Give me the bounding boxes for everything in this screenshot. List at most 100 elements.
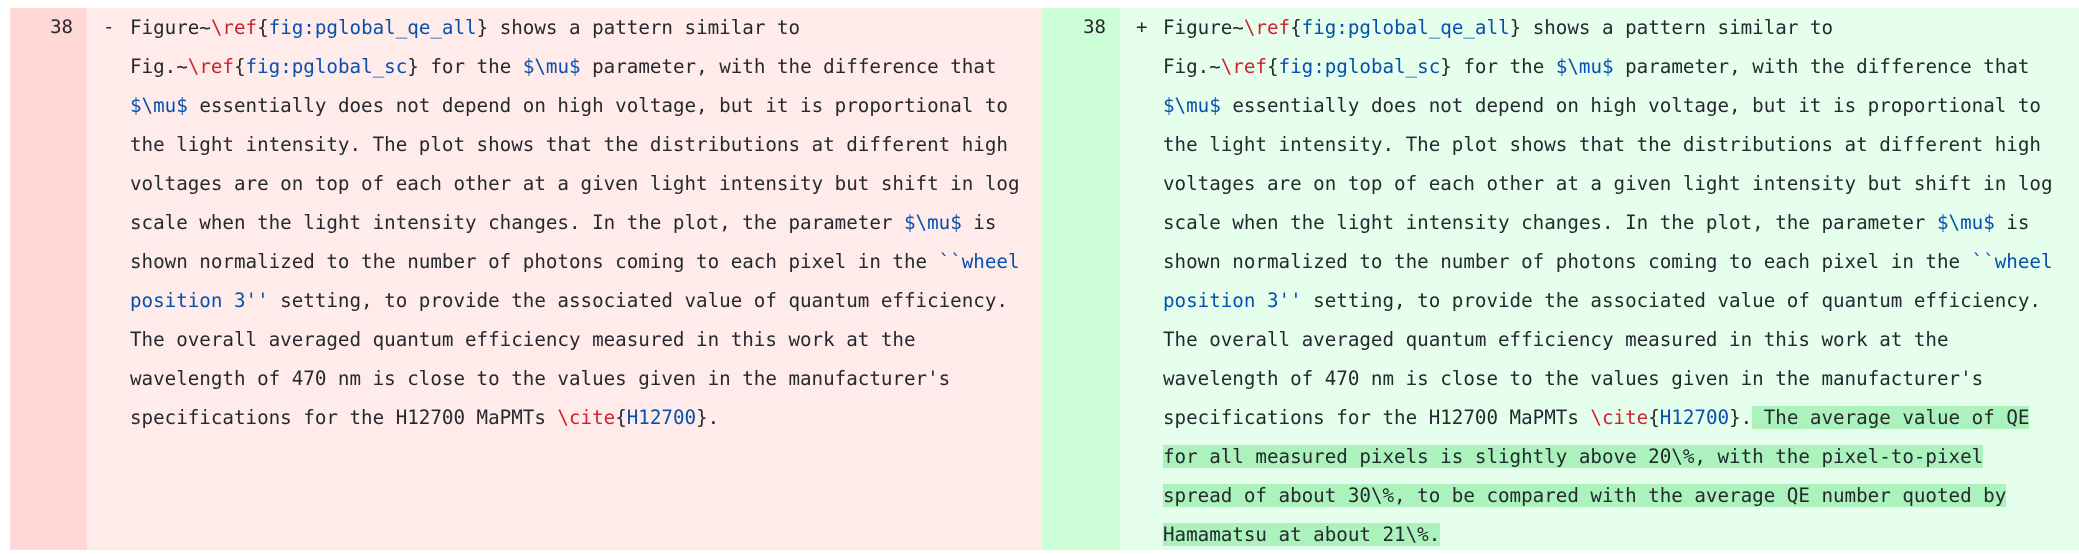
added-text-highlight: The average value of QE [1752, 406, 2030, 429]
deletion-marker: - [103, 16, 115, 38]
code-line: $\mu$ essentially does not depend on hig… [130, 86, 1090, 125]
code-line: voltages are on top of each other at a g… [1163, 164, 2079, 203]
deleted-line: - Figure~\ref{fig:pglobal_qe_all} shows … [87, 8, 1042, 550]
code-text: wavelength of 470 nm is close to the val… [1163, 367, 1984, 390]
code-line: the light intensity. The plot shows that… [1163, 125, 2079, 164]
code-text: Figure~ [130, 16, 211, 39]
code-text: parameter, with the difference that [580, 55, 997, 78]
latex-command: \cite [1590, 406, 1649, 429]
code-text: { [1648, 406, 1660, 429]
code-text: the light intensity. The plot shows that… [130, 133, 1008, 156]
latex-argument: $\mu$ [1936, 211, 1995, 234]
latex-argument: $\mu$ [1163, 94, 1221, 117]
latex-argument: H12700 [626, 406, 697, 429]
latex-argument: H12700 [1659, 406, 1730, 429]
code-text: { [257, 16, 269, 39]
added-text-highlight: Hamamatsu at about 21\%. [1163, 523, 1441, 546]
code-line: Figure~\ref{fig:pglobal_qe_all} shows a … [130, 8, 1090, 47]
code-text: } for the [407, 55, 523, 78]
code-line: spread of about 30\%, to be compared wit… [1163, 476, 2079, 515]
code-text: Fig.~ [130, 55, 188, 78]
code-line: for all measured pixels is slightly abov… [1163, 437, 2079, 476]
diff-pane-deleted: 38 - Figure~\ref{fig:pglobal_qe_all} sho… [0, 8, 1042, 550]
latex-command: \ref [1220, 55, 1267, 78]
code-text: setting, to provide the associated value… [268, 289, 1008, 312]
code-line: specifications for the H12700 MaPMTs \ci… [130, 398, 1090, 437]
code-text: The overall averaged quantum efficiency … [1163, 328, 1949, 351]
code-text: voltages are on top of each other at a g… [1163, 172, 2053, 195]
latex-argument: $\mu$ [522, 55, 581, 78]
code-text: parameter, with the difference that [1613, 55, 2030, 78]
latex-argument: $\mu$ [903, 211, 962, 234]
latex-command: \ref [1243, 16, 1291, 39]
code-line: scale when the light intensity changes. … [1163, 203, 2079, 242]
code-text: is [1994, 211, 2030, 234]
code-line: Fig.~\ref{fig:pglobal_sc} for the $\mu$ … [130, 47, 1090, 86]
addition-marker: + [1136, 16, 1148, 38]
code-text: scale when the light intensity changes. … [130, 211, 904, 234]
code-line: wavelength of 470 nm is close to the val… [1163, 359, 2079, 398]
code-line: scale when the light intensity changes. … [130, 203, 1090, 242]
code-text: essentially does not depend on high volt… [1220, 94, 2041, 117]
code-line: wavelength of 470 nm is close to the val… [130, 359, 1090, 398]
diff-pane-added: 38 + Figure~\ref{fig:pglobal_qe_all} sho… [1042, 8, 2079, 550]
added-text-highlight: for all measured pixels is slightly abov… [1163, 445, 1984, 468]
code-text: } shows a pattern similar to [476, 16, 801, 39]
code-line: Figure~\ref{fig:pglobal_qe_all} shows a … [1163, 8, 2079, 47]
code-text: Fig.~ [1163, 55, 1221, 78]
added-text-highlight: spread of about 30\%, to be compared wit… [1163, 484, 2007, 507]
code-text: specifications for the H12700 MaPMTs [130, 406, 558, 429]
code-text: } shows a pattern similar to [1509, 16, 1834, 39]
code-text: { [615, 406, 627, 429]
latex-argument: fig:pglobal_sc [1278, 55, 1441, 78]
latex-argument: fig:pglobal_qe_all [1301, 16, 1510, 39]
code-text: is [961, 211, 997, 234]
code-text: scale when the light intensity changes. … [1163, 211, 1937, 234]
latex-argument: fig:pglobal_qe_all [268, 16, 477, 39]
code-line: $\mu$ essentially does not depend on hig… [1163, 86, 2079, 125]
line-number-deleted[interactable]: 38 [10, 8, 87, 550]
code-line: voltages are on top of each other at a g… [130, 164, 1090, 203]
code-text: the light intensity. The plot shows that… [1163, 133, 2041, 156]
code-text: }. [696, 406, 720, 429]
code-text: shown normalized to the number of photon… [130, 250, 939, 273]
code-text: voltages are on top of each other at a g… [130, 172, 1020, 195]
code-text: setting, to provide the associated value… [1301, 289, 2041, 312]
code-line: position 3'' setting, to provide the ass… [1163, 281, 2079, 320]
split-diff-view: 38 - Figure~\ref{fig:pglobal_qe_all} sho… [0, 0, 2079, 550]
code-text: { [233, 55, 246, 78]
code-line: specifications for the H12700 MaPMTs \ci… [1163, 398, 2079, 437]
code-text: } for the [1440, 55, 1556, 78]
code-line: Fig.~\ref{fig:pglobal_sc} for the $\mu$ … [1163, 47, 2079, 86]
code-line: The overall averaged quantum efficiency … [1163, 320, 2079, 359]
latex-argument: fig:pglobal_sc [245, 55, 408, 78]
code-text: { [1290, 16, 1302, 39]
latex-argument: $\mu$ [130, 94, 188, 117]
latex-argument: ``wheel [1971, 250, 2053, 273]
code-line: Hamamatsu at about 21\%. [1163, 515, 2079, 554]
latex-command: \ref [210, 16, 258, 39]
code-line: shown normalized to the number of photon… [1163, 242, 2079, 281]
line-number-added[interactable]: 38 [1042, 8, 1120, 550]
code-line: The overall averaged quantum efficiency … [130, 320, 1090, 359]
latex-argument: $\mu$ [1555, 55, 1614, 78]
added-line: + Figure~\ref{fig:pglobal_qe_all} shows … [1120, 8, 2079, 550]
code-text: }. [1729, 406, 1753, 429]
code-text: shown normalized to the number of photon… [1163, 250, 1972, 273]
latex-argument: position 3'' [130, 289, 269, 312]
code-text: essentially does not depend on high volt… [187, 94, 1008, 117]
code-text: The overall averaged quantum efficiency … [130, 328, 916, 351]
latex-argument: ``wheel [938, 250, 1020, 273]
latex-command: \ref [187, 55, 234, 78]
latex-command: \cite [557, 406, 616, 429]
code-text: { [1266, 55, 1279, 78]
code-text: specifications for the H12700 MaPMTs [1163, 406, 1591, 429]
latex-argument: position 3'' [1163, 289, 1302, 312]
code-line: position 3'' setting, to provide the ass… [130, 281, 1090, 320]
code-text: Figure~ [1163, 16, 1244, 39]
code-text: wavelength of 470 nm is close to the val… [130, 367, 951, 390]
deleted-line-content: Figure~\ref{fig:pglobal_qe_all} shows a … [130, 8, 1090, 437]
code-line: shown normalized to the number of photon… [130, 242, 1090, 281]
added-line-content: Figure~\ref{fig:pglobal_qe_all} shows a … [1163, 8, 2079, 554]
code-line: the light intensity. The plot shows that… [130, 125, 1090, 164]
